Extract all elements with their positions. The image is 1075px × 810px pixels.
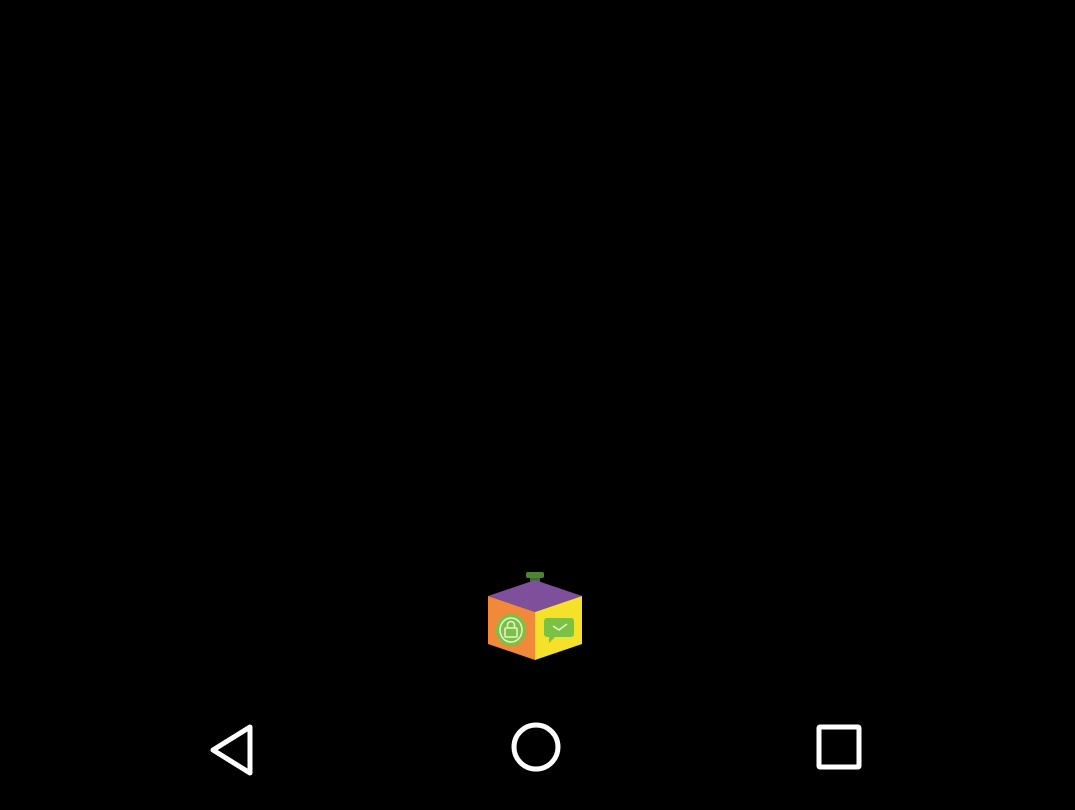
home-button[interactable] — [496, 710, 576, 790]
cube-graphic — [488, 572, 582, 660]
navigation-bar — [0, 685, 1075, 810]
app-lock-cube-icon[interactable] — [484, 570, 586, 666]
home-screen — [0, 0, 1075, 810]
recents-button[interactable] — [799, 710, 879, 790]
home-circle-icon — [511, 722, 561, 772]
back-button[interactable] — [193, 710, 273, 790]
back-triangle-icon — [210, 724, 253, 776]
recents-square-icon — [816, 724, 862, 770]
